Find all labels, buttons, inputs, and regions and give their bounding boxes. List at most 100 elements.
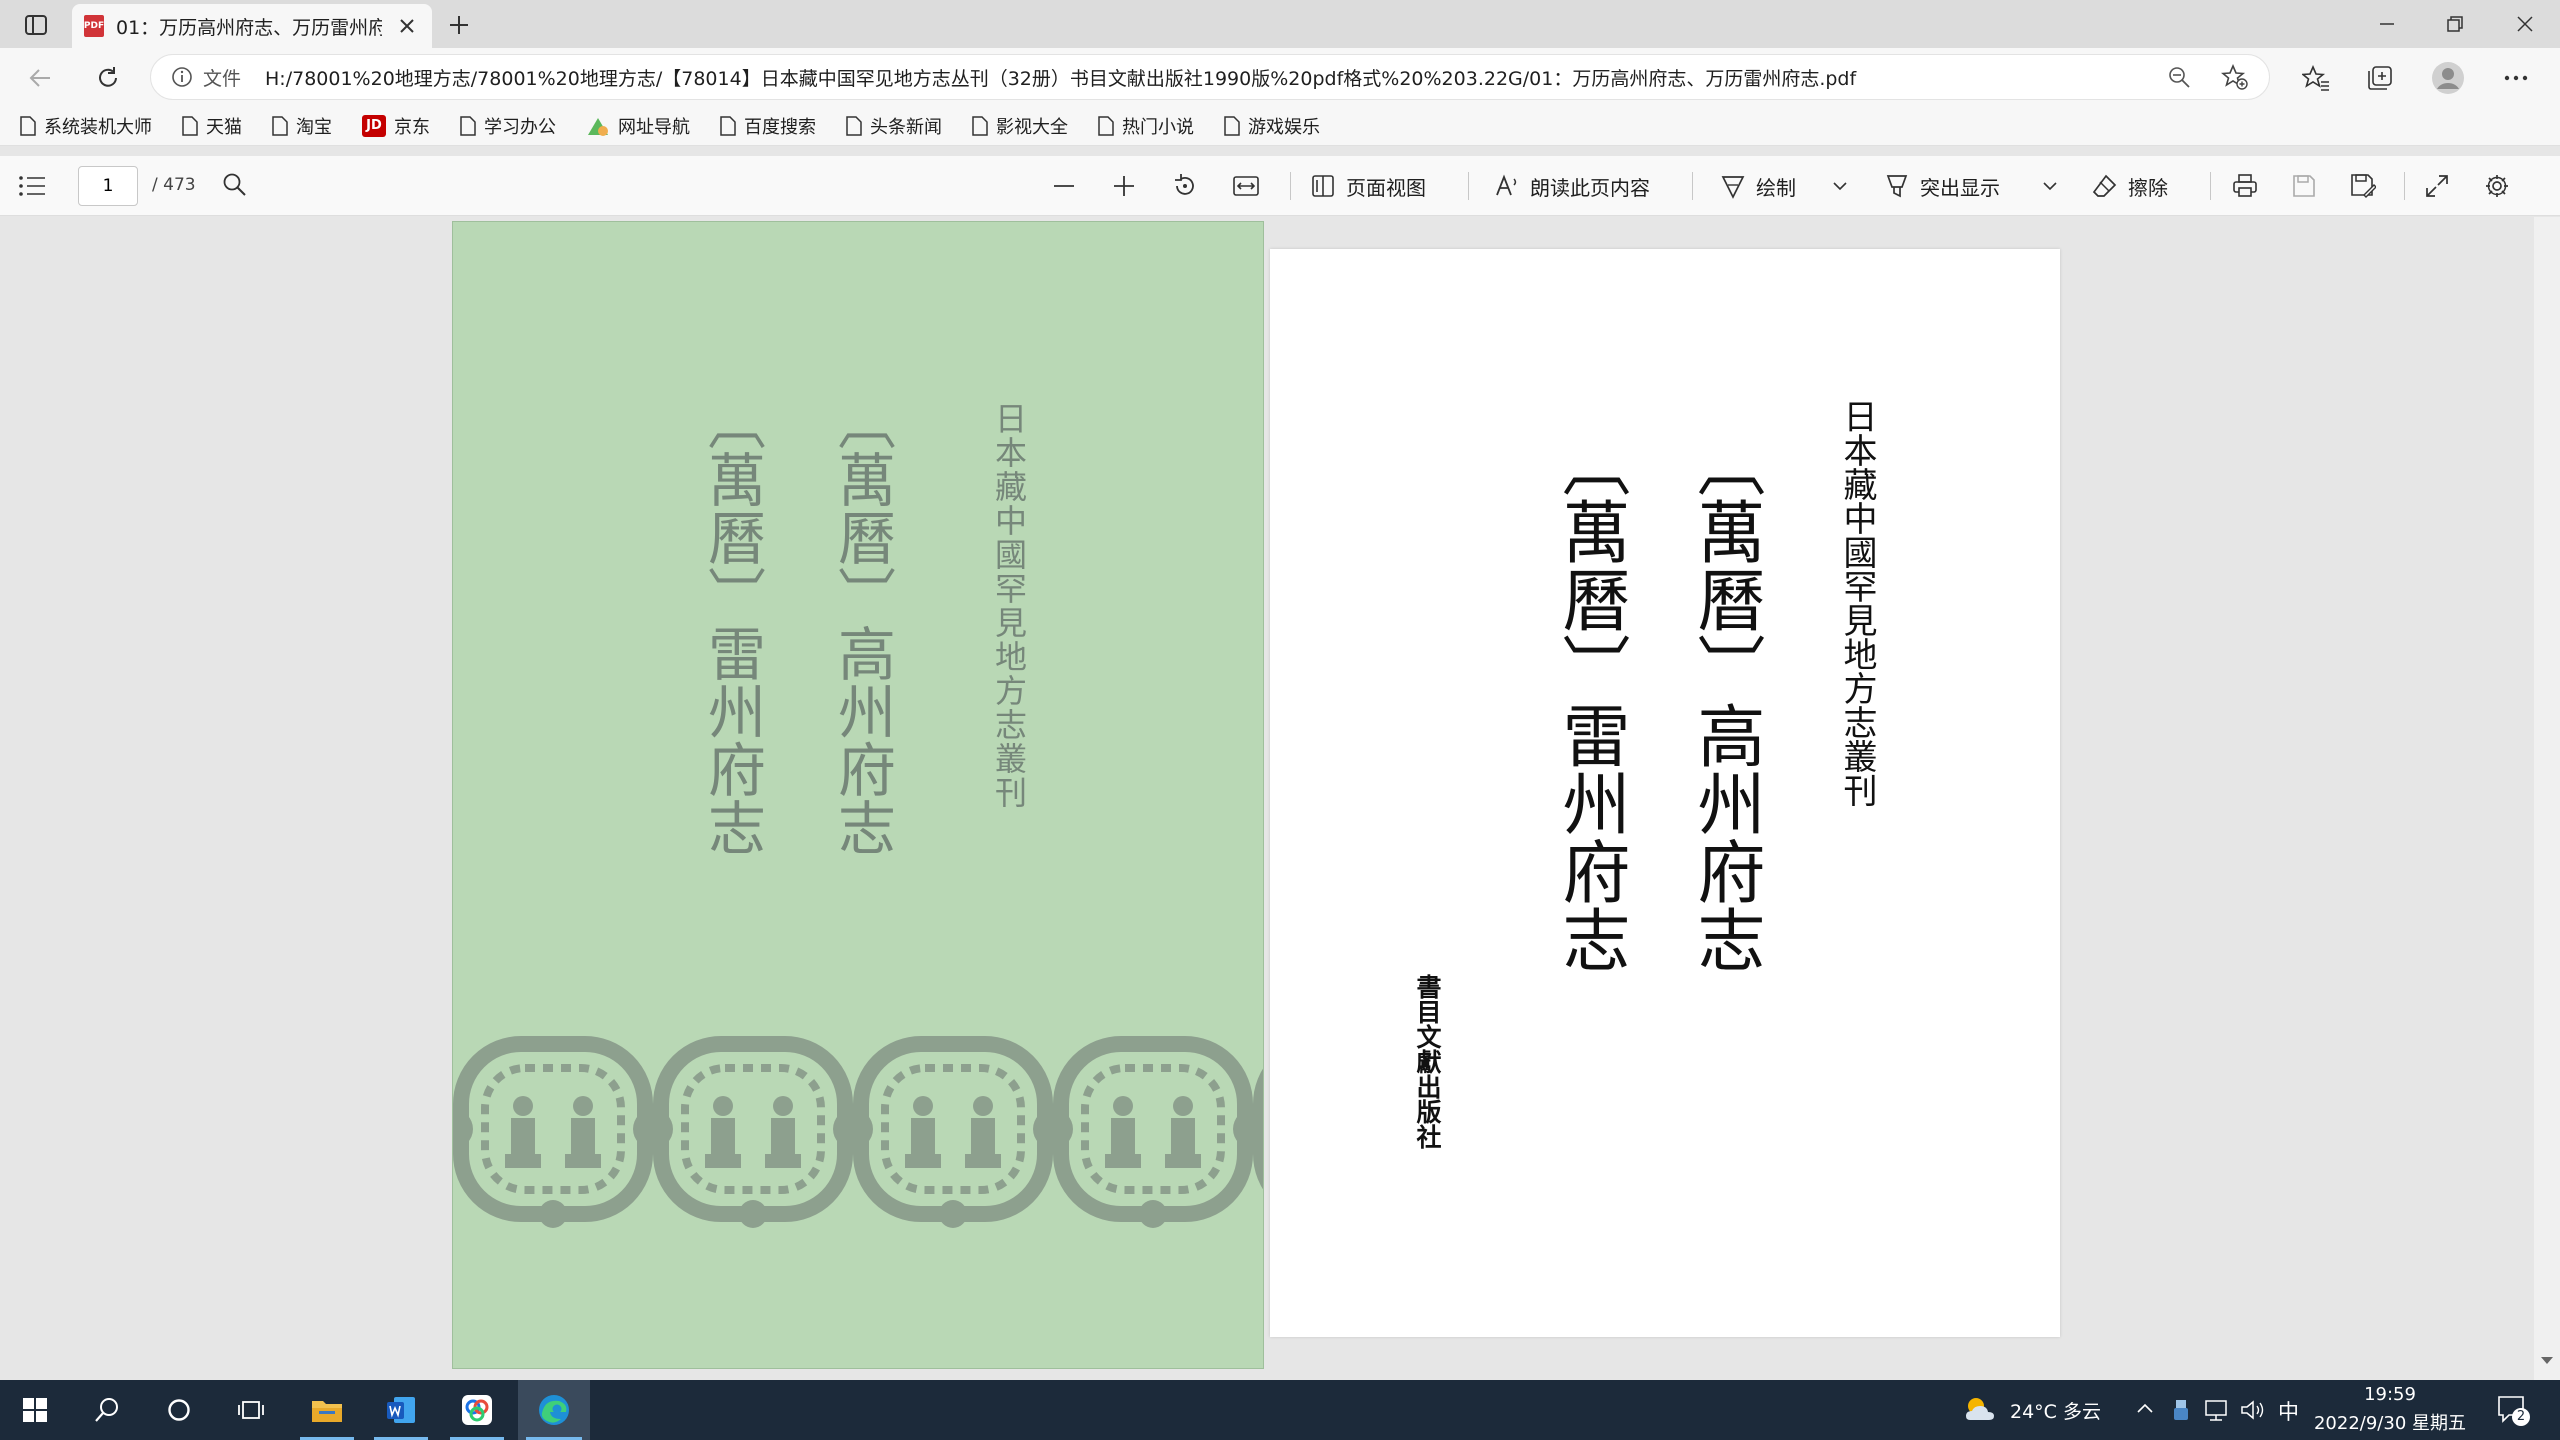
page-number-input[interactable] — [78, 166, 138, 206]
minimize-button[interactable] — [2352, 0, 2422, 48]
refresh-button[interactable] — [88, 58, 128, 98]
jd-icon: JD — [362, 114, 386, 137]
zoom-in-button[interactable] — [1112, 166, 1136, 206]
address-bar[interactable]: 文件 H:/78001%20地理方志/78001%20地理方志/【78014】日… — [150, 54, 2270, 100]
back-button[interactable] — [20, 58, 60, 98]
plus-icon — [1114, 176, 1134, 196]
usb-tray-icon[interactable] — [2172, 1398, 2190, 1422]
title-text: 高州府志 — [1685, 701, 1764, 973]
word-icon — [387, 1397, 415, 1423]
bookmark-item[interactable]: 热门小说 — [1098, 113, 1194, 139]
search-button[interactable] — [72, 1380, 142, 1440]
fit-width-button[interactable] — [1232, 166, 1260, 206]
vertical-scrollbar[interactable] — [2534, 217, 2560, 1380]
back-arrow-icon — [29, 69, 50, 87]
cortana-button[interactable] — [144, 1380, 214, 1440]
read-aloud-button[interactable]: 朗读此页内容 — [1494, 166, 1650, 206]
highlight-options-dropdown[interactable] — [2042, 166, 2058, 206]
era-label: 〔萬曆〕 — [1550, 429, 1629, 701]
page-icon — [460, 115, 476, 136]
pdf-file-icon: PDF — [84, 15, 104, 37]
clock-date: 2022/9/30 星期五 — [2313, 1413, 2466, 1434]
read-aloud-label: 朗读此页内容 — [1530, 175, 1650, 200]
eraser-icon — [2092, 174, 2117, 197]
series-title: 日本藏中國罕見地方志叢刊 — [1837, 399, 1877, 807]
notification-center-button[interactable]: 2 — [2496, 1394, 2530, 1426]
bookmark-label: 影视大全 — [996, 116, 1068, 138]
contents-button[interactable] — [18, 174, 46, 198]
bookmark-item[interactable]: JD 京东 — [362, 113, 430, 139]
favorites-button[interactable] — [2296, 58, 2336, 98]
draw-options-dropdown[interactable] — [1832, 166, 1848, 206]
collections-button[interactable] — [2360, 58, 2400, 98]
start-button[interactable] — [0, 1380, 70, 1440]
tab-actions-button[interactable] — [14, 10, 58, 40]
bookmark-label: 百度搜索 — [744, 116, 816, 138]
toolbar-separator — [1290, 172, 1291, 200]
bookmark-item[interactable]: 百度搜索 — [720, 113, 816, 139]
pdf-viewer[interactable]: 日本藏中國罕見地方志叢刊 〔萬曆〕高州府志 〔萬曆〕雷州府志 日本藏中國罕見地方… — [0, 217, 2560, 1380]
highlight-label: 突出显示 — [1920, 175, 2000, 200]
settings-menu-button[interactable] — [2496, 58, 2536, 98]
erase-button[interactable]: 擦除 — [2092, 166, 2168, 206]
more-dots-icon — [2504, 75, 2528, 81]
close-window-button[interactable] — [2490, 0, 2560, 48]
network-icon[interactable] — [2204, 1398, 2230, 1422]
print-button[interactable] — [2232, 166, 2258, 206]
show-hidden-icons-button[interactable] — [2136, 1402, 2154, 1414]
ime-indicator[interactable]: 中 — [2278, 1396, 2299, 1426]
bookmark-label: 学习办公 — [484, 116, 556, 138]
page-view-button[interactable]: 页面视图 — [1310, 166, 1426, 206]
fullscreen-button[interactable] — [2424, 166, 2450, 206]
pdf-settings-button[interactable] — [2484, 166, 2510, 206]
file-explorer-button[interactable] — [292, 1380, 362, 1440]
plus-icon — [450, 16, 468, 34]
restore-button[interactable] — [2420, 0, 2490, 48]
volume-icon[interactable] — [2240, 1398, 2266, 1422]
bookmark-label: 热门小说 — [1122, 116, 1194, 138]
weather-icon[interactable] — [1962, 1394, 1998, 1424]
cortana-circle-icon — [168, 1399, 190, 1421]
zoom-icon[interactable] — [2167, 65, 2191, 89]
save-button[interactable] — [2292, 166, 2316, 206]
bookmark-item[interactable]: 影视大全 — [972, 113, 1068, 139]
bookmark-item[interactable]: 游戏娱乐 — [1224, 113, 1320, 139]
highlight-button[interactable]: 突出显示 — [1884, 166, 2000, 206]
task-view-button[interactable] — [216, 1380, 286, 1440]
draw-button[interactable]: 绘制 — [1720, 166, 1796, 206]
bookmark-item[interactable]: 头条新闻 — [846, 113, 942, 139]
profile-button[interactable] — [2428, 58, 2468, 98]
restore-icon — [2447, 16, 2463, 32]
bookmark-item[interactable]: 淘宝 — [272, 113, 332, 139]
rotate-button[interactable] — [1172, 166, 1198, 206]
page-view-label: 页面视图 — [1346, 175, 1426, 200]
bookmark-item[interactable]: 系统装机大师 — [20, 113, 152, 139]
clock[interactable]: 19:59 2022/9/30 星期五 — [2310, 1384, 2470, 1435]
zoom-out-button[interactable] — [1052, 166, 1076, 206]
weather-text[interactable]: 24°C 多云 — [2010, 1397, 2101, 1424]
series-title: 日本藏中國罕見地方志叢刊 — [990, 402, 1028, 810]
find-button[interactable] — [222, 172, 248, 198]
colorful-app-icon — [462, 1395, 492, 1425]
navigation-bar: 文件 H:/78001%20地理方志/78001%20地理方志/【78014】日… — [0, 48, 2560, 106]
info-icon[interactable] — [171, 66, 193, 88]
chevron-up-icon — [2137, 1403, 2153, 1413]
scroll-down-arrow-icon[interactable] — [2540, 1356, 2554, 1366]
save-as-button[interactable] — [2350, 166, 2376, 206]
bookmark-item[interactable]: 天猫 — [182, 113, 242, 139]
edge-button[interactable] — [518, 1380, 590, 1440]
page-icon — [272, 115, 288, 136]
rotate-icon — [1175, 174, 1194, 195]
add-favorite-icon[interactable] — [2221, 64, 2249, 90]
tab-title: 01：万历高州府志、万历雷州府志.pdf — [116, 16, 382, 39]
bookmark-label: 系统装机大师 — [44, 116, 152, 138]
new-tab-button[interactable] — [444, 10, 474, 40]
close-tab-button[interactable] — [394, 13, 420, 39]
bookmark-item[interactable]: 学习办公 — [460, 113, 556, 139]
browser-tab[interactable]: PDF 01：万历高州府志、万历雷州府志.pdf — [72, 4, 432, 48]
bookmark-item[interactable]: 网址导航 — [586, 113, 690, 139]
word-button[interactable] — [366, 1380, 436, 1440]
edge-browser-icon — [539, 1395, 569, 1425]
app-button[interactable] — [442, 1380, 512, 1440]
address-url[interactable]: H:/78001%20地理方志/78001%20地理方志/【78014】日本藏中… — [265, 64, 2151, 91]
